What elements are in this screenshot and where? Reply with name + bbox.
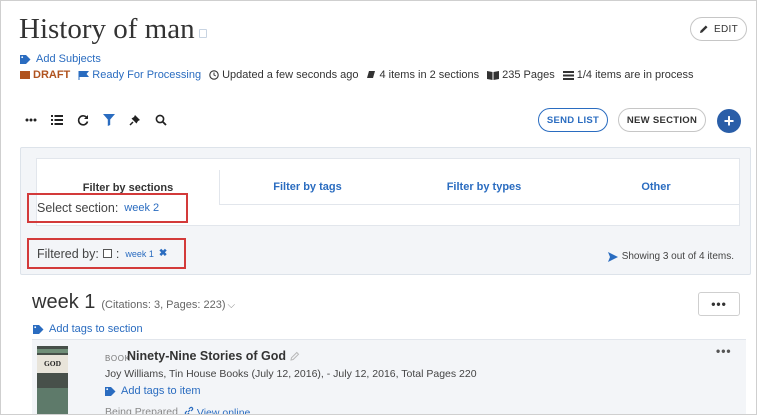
draft-label: DRAFT: [33, 69, 71, 81]
edit-button[interactable]: EDIT: [690, 17, 747, 41]
showing-count: Showing 3 out of 4 items.: [607, 251, 734, 262]
flag-icon: [78, 70, 90, 80]
remove-filter-icon[interactable]: ✖: [159, 248, 167, 259]
tag-icon: [20, 54, 31, 64]
open-book-icon: [487, 71, 500, 80]
book-cover[interactable]: GOD: [37, 346, 68, 414]
section-menu-button[interactable]: •••: [698, 292, 740, 316]
pages-label: 235 Pages: [502, 69, 555, 81]
filter-icon[interactable]: [103, 114, 115, 126]
tab-other[interactable]: Other: [573, 170, 739, 205]
updated-label: Updated a few seconds ago: [222, 69, 359, 81]
chevron-down-icon[interactable]: ⌵: [228, 300, 236, 311]
filter-checkbox[interactable]: [102, 249, 112, 258]
page-title-text: History of man: [19, 13, 195, 45]
toolbar: [25, 112, 167, 128]
add-subjects-link[interactable]: Add Subjects: [20, 53, 101, 65]
cover-art: [37, 388, 68, 414]
add-item-button[interactable]: +: [717, 109, 741, 133]
link-icon: [184, 406, 194, 414]
add-tags-item-label: Add tags to item: [121, 385, 201, 397]
in-process-label: 1/4 items are in process: [576, 69, 694, 81]
item-status: Being Prepared: [105, 406, 178, 415]
item-footer: Being Prepared View online: [105, 406, 251, 415]
list-view-icon[interactable]: [51, 115, 63, 125]
filtered-by-colon: :: [115, 246, 120, 261]
add-tags-section-label: Add tags to section: [49, 323, 143, 335]
clock-icon: [209, 70, 219, 80]
ready-status[interactable]: Ready For Processing: [78, 69, 201, 81]
view-online-link[interactable]: View online: [184, 406, 251, 415]
send-list-button[interactable]: SEND LIST: [538, 108, 608, 132]
refresh-icon[interactable]: [77, 114, 89, 126]
pencil-icon: [700, 25, 708, 33]
tag-icon: [105, 386, 116, 396]
pencil-icon[interactable]: [290, 351, 300, 361]
status-line: DRAFT Ready For Processing Updated a few…: [20, 69, 702, 81]
select-section-value[interactable]: week 2: [124, 202, 159, 214]
edit-button-label: EDIT: [714, 23, 738, 35]
tag-icon: [33, 324, 44, 334]
filter-tag-week1[interactable]: week 1: [125, 249, 154, 259]
arrow-right-icon: [607, 251, 618, 262]
list-icon: [562, 70, 574, 80]
view-online-label: View online: [196, 407, 251, 415]
search-icon[interactable]: [155, 114, 167, 126]
filtered-by: Filtered by: : week 1 ✖: [27, 238, 186, 269]
add-tags-to-item-link[interactable]: Add tags to item: [105, 385, 201, 397]
page-title: History of man: [19, 13, 207, 46]
cover-title: GOD: [37, 355, 68, 373]
page-frame: History of man EDIT Add Subjects DRAFT R…: [0, 0, 757, 415]
item-title-text: Ninety-Nine Stories of God: [127, 349, 287, 363]
book-stack-icon: [367, 71, 376, 78]
in-process-count: 1/4 items are in process: [562, 69, 694, 81]
draft-badge: DRAFT: [20, 69, 70, 81]
item-title[interactable]: Ninety-Nine Stories of God: [127, 349, 300, 363]
items-count: 4 items in 2 sections: [366, 69, 479, 81]
list-item: GOD BOOK Ninety-Nine Stories of God Joy …: [32, 339, 746, 415]
section-title: week 1 (Citations: 3, Pages: 223) ⌵: [32, 291, 235, 314]
items-count-label: 4 items in 2 sections: [379, 69, 480, 81]
more-icon[interactable]: [25, 118, 37, 122]
select-section-label: Select section:: [37, 201, 119, 215]
cover-strip: [37, 349, 68, 353]
select-section[interactable]: Select section: week 2: [27, 193, 188, 223]
filtered-by-label: Filtered by:: [37, 246, 99, 261]
section-name: week 1: [32, 291, 96, 313]
new-section-button[interactable]: NEW SECTION: [618, 108, 706, 132]
info-icon[interactable]: [198, 29, 207, 38]
pin-icon[interactable]: [129, 114, 141, 126]
tab-filter-by-tags[interactable]: Filter by tags: [220, 170, 395, 205]
book-icon: [20, 71, 30, 79]
pages-count: 235 Pages: [487, 69, 555, 81]
add-subjects-label: Add Subjects: [36, 53, 101, 65]
section-meta: (Citations: 3, Pages: 223): [101, 299, 226, 311]
add-tags-to-section-link[interactable]: Add tags to section: [33, 323, 143, 335]
showing-label: Showing 3 out of 4 items.: [621, 251, 734, 262]
tab-filter-by-types[interactable]: Filter by types: [395, 170, 573, 205]
item-menu-button[interactable]: •••: [716, 344, 732, 358]
filter-panel: Filter by sections Filter by tags Filter…: [20, 147, 751, 275]
item-details: Joy Williams, Tin House Books (July 12, …: [105, 368, 477, 380]
updated-status: Updated a few seconds ago: [209, 69, 358, 81]
ready-label: Ready For Processing: [92, 69, 202, 81]
